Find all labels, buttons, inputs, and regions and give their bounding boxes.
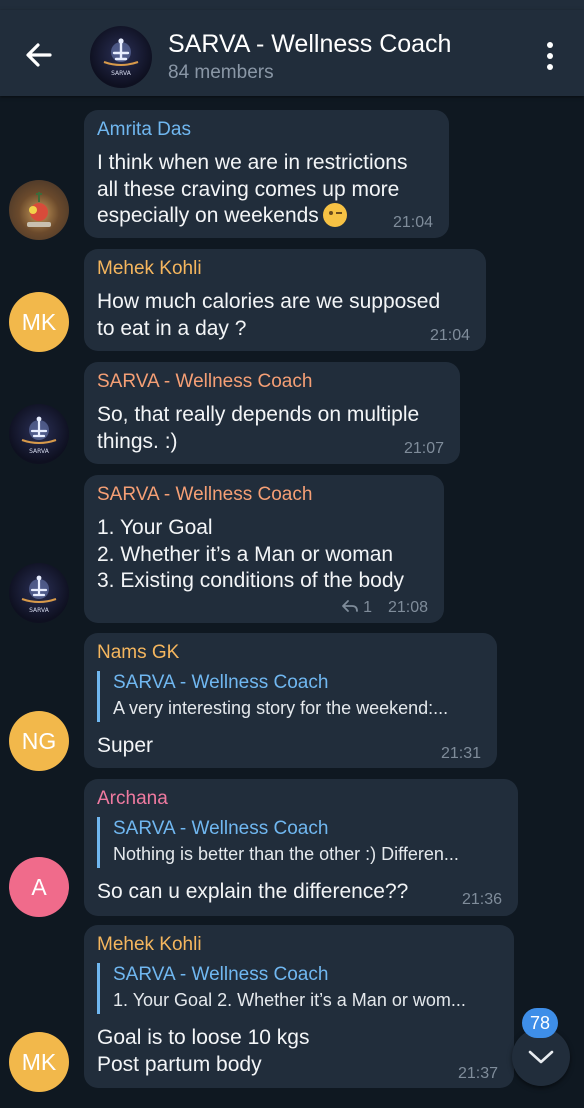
message-line: So, that really depends on multiple (97, 403, 420, 426)
group-avatar-text: SARVA (111, 70, 132, 77)
message-line: 3. Existing conditions of the body (97, 569, 405, 592)
reply-sender: SARVA - Wellness Coach (113, 818, 329, 839)
message-line: all these craving comes up more (97, 177, 400, 201)
avatar-sarva[interactable]: SARVA (9, 404, 69, 464)
sarva-logo-icon: SARVA (21, 416, 57, 455)
reply-sender: SARVA - Wellness Coach (113, 964, 329, 985)
message-line: How much calories are we supposed (97, 290, 441, 313)
status-bar (0, 0, 584, 10)
message-text: I think when we are in restrictions all … (97, 150, 407, 230)
reply-preview[interactable]: SARVA - Wellness Coach 1. Your Goal 2. W… (97, 963, 466, 1014)
avatar-nams-gk[interactable]: NG (9, 711, 69, 771)
message-text: How much calories are we supposed to eat… (97, 289, 440, 342)
sender-name[interactable]: Nams GK (97, 642, 179, 664)
unread-count-badge[interactable]: 78 (522, 1008, 558, 1038)
message-time: 21:31 (440, 745, 481, 762)
message-line: Post partum body (97, 1052, 262, 1076)
message-text: Goal is to loose 10 kgs Post partum body (97, 1025, 309, 1078)
back-button[interactable] (20, 36, 58, 74)
message-text: So, that really depends on multiple thin… (97, 402, 419, 455)
sarva-logo-icon: SARVA (103, 38, 139, 77)
message-time: 21:07 (403, 440, 444, 457)
avatar-text: SARVA (29, 607, 50, 614)
more-options-button[interactable] (538, 42, 562, 76)
reply-arrow-icon (341, 600, 358, 612)
thread-replies[interactable]: 1 (341, 599, 372, 617)
sender-name[interactable]: Archana (97, 788, 168, 810)
message-time: 21:04 (429, 327, 470, 344)
message-bubble[interactable]: Mehek Kohli SARVA - Wellness Coach 1. Yo… (84, 925, 514, 1088)
avatar-text: SARVA (29, 448, 50, 455)
avatar-amrita-das[interactable] (9, 180, 69, 240)
sender-name[interactable]: Mehek Kohli (97, 258, 202, 280)
reply-preview[interactable]: SARVA - Wellness Coach A very interestin… (97, 671, 448, 722)
message-time: 21:04 (392, 214, 433, 231)
message-time: 21:36 (461, 891, 502, 908)
sender-name[interactable]: Mehek Kohli (97, 934, 202, 956)
message-time: 21:08 (387, 599, 428, 616)
group-avatar[interactable]: SARVA (90, 26, 152, 88)
message-line: things. :) (97, 429, 178, 453)
message-bubble[interactable]: Archana SARVA - Wellness Coach Nothing i… (84, 779, 518, 916)
message-line-text: especially on weekends (97, 204, 319, 227)
sender-name[interactable]: SARVA - Wellness Coach (97, 484, 312, 506)
message-text: So can u explain the difference?? (97, 880, 409, 903)
chat-title[interactable]: SARVA - Wellness Coach (168, 30, 451, 59)
message-line: I think when we are in restrictions (97, 151, 408, 174)
sender-name[interactable]: SARVA - Wellness Coach (97, 371, 312, 393)
avatar-mehek-kohli[interactable]: MK (9, 1032, 69, 1092)
reply-text: Nothing is better than the other :) Diff… (113, 844, 459, 864)
dot-icon (547, 42, 553, 48)
arrow-left-icon (26, 43, 52, 67)
reply-count: 1 (363, 599, 372, 616)
reply-sender: SARVA - Wellness Coach (113, 672, 329, 693)
message-line: 1. Your Goal (97, 516, 213, 539)
message-bubble[interactable]: SARVA - Wellness Coach So, that really d… (84, 362, 460, 464)
message-text: Super (97, 734, 154, 757)
chevron-down-icon (528, 1050, 554, 1064)
dot-icon (547, 53, 553, 59)
reply-text: 1. Your Goal 2. Whether it’s a Man or wo… (113, 990, 466, 1010)
message-bubble[interactable]: Mehek Kohli How much calories are we sup… (84, 249, 486, 351)
sarva-logo-icon: SARVA (21, 575, 57, 614)
message-bubble[interactable]: Amrita Das I think when we are in restri… (84, 110, 449, 238)
message-line: to eat in a day ? (97, 316, 247, 340)
member-count: 84 members (168, 62, 274, 83)
message-line: especially on weekends (97, 203, 407, 230)
avatar-archana[interactable]: A (9, 857, 69, 917)
message-line: Goal is to loose 10 kgs (97, 1026, 310, 1049)
winking-face-icon (322, 203, 347, 227)
chat-header: SARVA SARVA - Wellness Coach 84 members (0, 10, 584, 96)
message-text: 1. Your Goal 2. Whether it’s a Man or wo… (97, 515, 404, 595)
message-line: 2. Whether it’s a Man or woman (97, 542, 394, 566)
sender-name[interactable]: Amrita Das (97, 119, 191, 141)
avatar-sarva[interactable]: SARVA (9, 563, 69, 623)
reply-text: A very interesting story for the weekend… (113, 698, 449, 718)
dot-icon (547, 64, 553, 70)
message-bubble[interactable]: Nams GK SARVA - Wellness Coach A very in… (84, 633, 497, 768)
photo-avatar-icon (27, 192, 51, 227)
avatar-mehek-kohli[interactable]: MK (9, 292, 69, 352)
message-time: 21:37 (457, 1065, 498, 1082)
message-bubble[interactable]: SARVA - Wellness Coach 1. Your Goal 2. W… (84, 475, 444, 623)
reply-preview[interactable]: SARVA - Wellness Coach Nothing is better… (97, 817, 459, 868)
